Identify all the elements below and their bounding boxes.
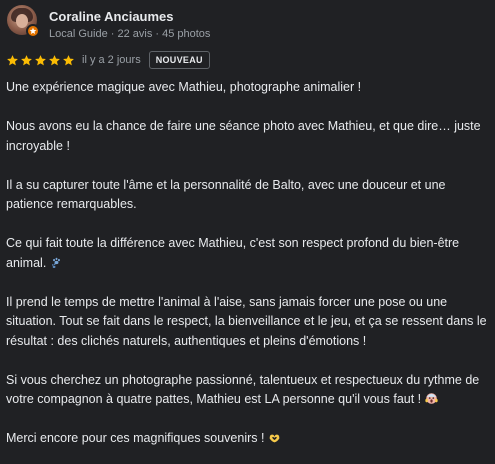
review-paragraph: Si vous cherchez un photographe passionn… bbox=[6, 372, 480, 407]
review-paragraph: Nous avons eu la chance de faire une séa… bbox=[6, 119, 481, 153]
review-paragraph: Merci encore pour ces magnifiques souven… bbox=[6, 429, 489, 449]
review-paragraph: Ce qui fait toute la différence avec Mat… bbox=[6, 236, 460, 270]
star-rating bbox=[6, 54, 75, 67]
new-badge: NOUVEAU bbox=[148, 51, 210, 69]
star-icon bbox=[35, 54, 46, 65]
star-icon bbox=[63, 54, 74, 65]
review-card: Coraline Anciaumes Local Guide · 22 avis… bbox=[0, 0, 495, 464]
star-icon bbox=[21, 54, 32, 65]
rating-row: il y a 2 jours NOUVEAU bbox=[6, 50, 489, 70]
review-paragraph: Une expérience magique avec Mathieu, pho… bbox=[6, 80, 362, 94]
reviewer-meta: Coraline Anciaumes Local Guide · 22 avis… bbox=[49, 9, 210, 41]
avatar-face bbox=[16, 14, 28, 28]
screaming-face-emoji-icon bbox=[424, 393, 438, 404]
reviewer-subline: Local Guide · 22 avis · 45 photos bbox=[49, 28, 211, 40]
heart-hands-emoji-icon bbox=[269, 434, 280, 443]
paw-prints-emoji-icon bbox=[51, 257, 60, 268]
star-icon bbox=[49, 54, 60, 65]
review-text: Une expérience magique avec Mathieu, pho… bbox=[6, 78, 489, 449]
review-header: Coraline Anciaumes Local Guide · 22 avis… bbox=[6, 0, 489, 46]
review-time: il y a 2 jours bbox=[82, 54, 141, 66]
reviewer-name[interactable]: Coraline Anciaumes bbox=[49, 9, 210, 24]
review-paragraph: Il a su capturer toute l'âme et la perso… bbox=[6, 177, 446, 212]
review-paragraph: Il prend le temps de mettre l'animal à l… bbox=[6, 294, 487, 348]
avatar[interactable] bbox=[7, 5, 40, 38]
star-icon bbox=[7, 54, 18, 65]
local-guide-badge-icon bbox=[26, 24, 40, 38]
